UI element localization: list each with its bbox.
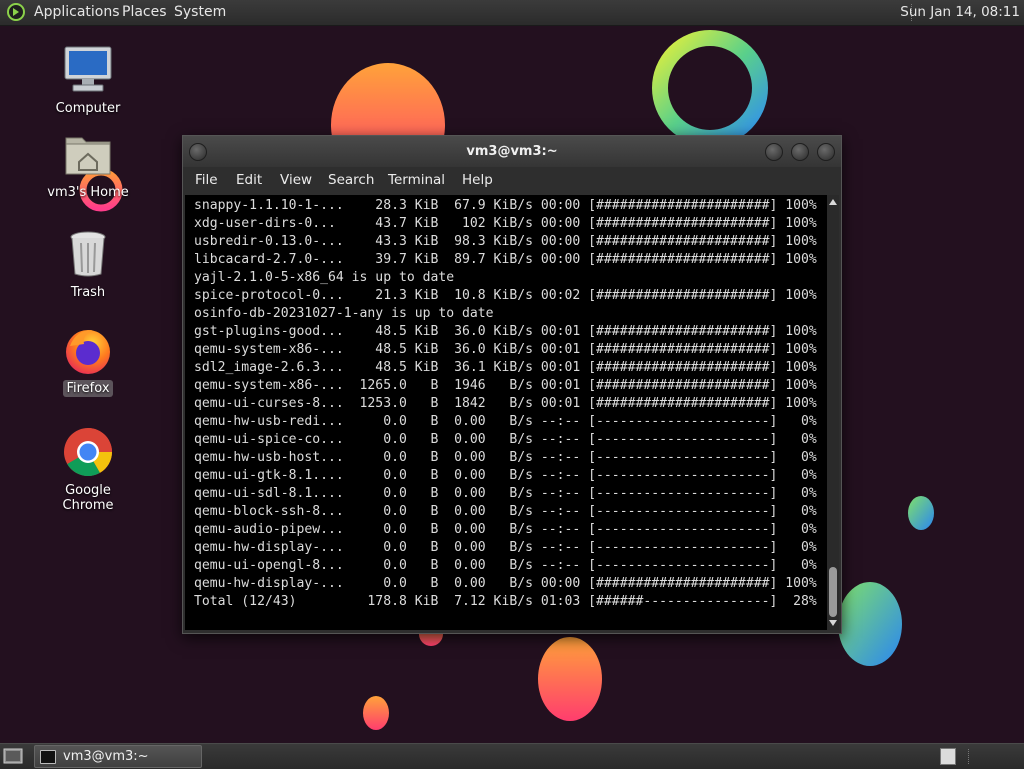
terminal-icon (40, 750, 56, 764)
terminal-output[interactable]: snappy-1.1.10-1-... 28.3 KiB 67.9 KiB/s … (185, 195, 827, 630)
terminal-line: qemu-audio-pipew... 0.0 B 0.00 B/s --:--… (194, 522, 817, 537)
desktop-icon-trash[interactable]: Trash (38, 228, 138, 301)
terminal-line: spice-protocol-0... 21.3 KiB 10.8 KiB/s … (194, 288, 817, 303)
terminal-menubar: File Edit View Search Terminal Help (183, 167, 841, 194)
chrome-icon (64, 428, 112, 477)
terminal-line: qemu-ui-curses-8... 1253.0 B 1842 B/s 00… (194, 396, 817, 411)
desktop-icon-label: vm3's Home (47, 185, 129, 200)
menu-view[interactable]: View (278, 167, 314, 194)
desktop-icon-label: Google Chrome (62, 483, 114, 513)
terminal-text: snappy-1.1.10-1-... 28.3 KiB 67.9 KiB/s … (185, 195, 827, 611)
terminal-line: usbredir-0.13.0-... 43.3 KiB 98.3 KiB/s … (194, 234, 817, 249)
scroll-up-arrow-icon[interactable] (829, 199, 837, 205)
taskbar-item-label: vm3@vm3:~ (63, 749, 149, 764)
clock[interactable]: Sun Jan 14, 08:11 (900, 0, 1020, 25)
terminal-line: gst-plugins-good... 48.5 KiB 36.0 KiB/s … (194, 324, 817, 339)
desktop-icon-label: Firefox (63, 380, 113, 397)
terminal-line: libcacard-2.7.0-... 39.7 KiB 89.7 KiB/s … (194, 252, 817, 267)
taskbar-item-terminal[interactable]: vm3@vm3:~ (34, 745, 202, 768)
bottom-panel: vm3@vm3:~ (0, 743, 1024, 769)
terminal-line: qemu-hw-display-... 0.0 B 0.00 B/s 00:00… (194, 576, 817, 591)
terminal-line: qemu-ui-spice-co... 0.0 B 0.00 B/s --:--… (194, 432, 817, 447)
firefox-icon (66, 330, 110, 374)
terminal-line: osinfo-db-20231027-1-any is up to date (194, 306, 494, 321)
terminal-line: qemu-block-ssh-8... 0.0 B 0.00 B/s --:--… (194, 504, 817, 519)
distro-logo-icon[interactable] (7, 3, 25, 21)
desktop-icon-firefox[interactable]: Firefox (38, 324, 138, 397)
terminal-line: qemu-hw-display-... 0.0 B 0.00 B/s --:--… (194, 540, 817, 555)
trash-icon (70, 231, 106, 277)
menu-search[interactable]: Search (326, 167, 376, 194)
menu-file[interactable]: File (193, 167, 220, 194)
desktop-icon-chrome[interactable]: Google Chrome (38, 426, 138, 514)
terminal-line: qemu-system-x86-... 48.5 KiB 36.0 KiB/s … (194, 342, 817, 357)
terminal-line: Total (12/43) 178.8 KiB 7.12 KiB/s 01:03… (194, 594, 817, 609)
minimize-button[interactable] (765, 143, 783, 161)
desktop-icon-home[interactable]: vm3's Home (38, 128, 138, 201)
menu-help[interactable]: Help (460, 167, 495, 194)
terminal-line: qemu-ui-sdl-8.1.... 0.0 B 0.00 B/s --:--… (194, 486, 817, 501)
terminal-line: snappy-1.1.10-1-... 28.3 KiB 67.9 KiB/s … (194, 198, 817, 213)
terminal-line: qemu-hw-usb-redi... 0.0 B 0.00 B/s --:--… (194, 414, 817, 429)
terminal-line: qemu-hw-usb-host... 0.0 B 0.00 B/s --:--… (194, 450, 817, 465)
terminal-line: xdg-user-dirs-0... 43.7 KiB 102 KiB/s 00… (194, 216, 817, 231)
menu-places[interactable]: Places (122, 0, 167, 25)
terminal-line: yajl-2.1.0-5-x86_64 is up to date (194, 270, 455, 285)
menu-applications[interactable]: Applications (34, 0, 120, 25)
desktop-icon-computer[interactable]: Computer (38, 44, 138, 117)
workspace-switcher[interactable] (940, 748, 956, 765)
window-titlebar[interactable]: vm3@vm3:~ (183, 136, 841, 167)
panel-separator (968, 749, 971, 764)
show-desktop-icon[interactable] (3, 747, 23, 765)
terminal-line: qemu-ui-gtk-8.1.... 0.0 B 0.00 B/s --:--… (194, 468, 817, 483)
menu-terminal[interactable]: Terminal (386, 167, 447, 194)
menu-system[interactable]: System (174, 0, 226, 25)
terminal-line: sdl2_image-2.6.3... 48.5 KiB 36.1 KiB/s … (194, 360, 817, 375)
top-panel: Applications Places System Sun Jan 14, 0… (0, 0, 1024, 26)
terminal-line: qemu-ui-opengl-8... 0.0 B 0.00 B/s --:--… (194, 558, 817, 573)
scroll-down-arrow-icon[interactable] (829, 620, 837, 626)
desktop-icon-label: Trash (70, 285, 106, 300)
close-button[interactable] (817, 143, 835, 161)
terminal-scrollbar[interactable] (827, 195, 839, 630)
desktop-icon-label: Computer (55, 101, 121, 116)
maximize-button[interactable] (791, 143, 809, 161)
terminal-line: qemu-system-x86-... 1265.0 B 1946 B/s 00… (194, 378, 817, 393)
home-folder-icon (65, 137, 111, 175)
scroll-thumb[interactable] (829, 567, 837, 617)
window-title: vm3@vm3:~ (466, 144, 558, 159)
computer-icon (64, 46, 112, 92)
terminal-window[interactable]: vm3@vm3:~ File Edit View Search Terminal… (182, 135, 842, 634)
menu-edit[interactable]: Edit (234, 167, 264, 194)
